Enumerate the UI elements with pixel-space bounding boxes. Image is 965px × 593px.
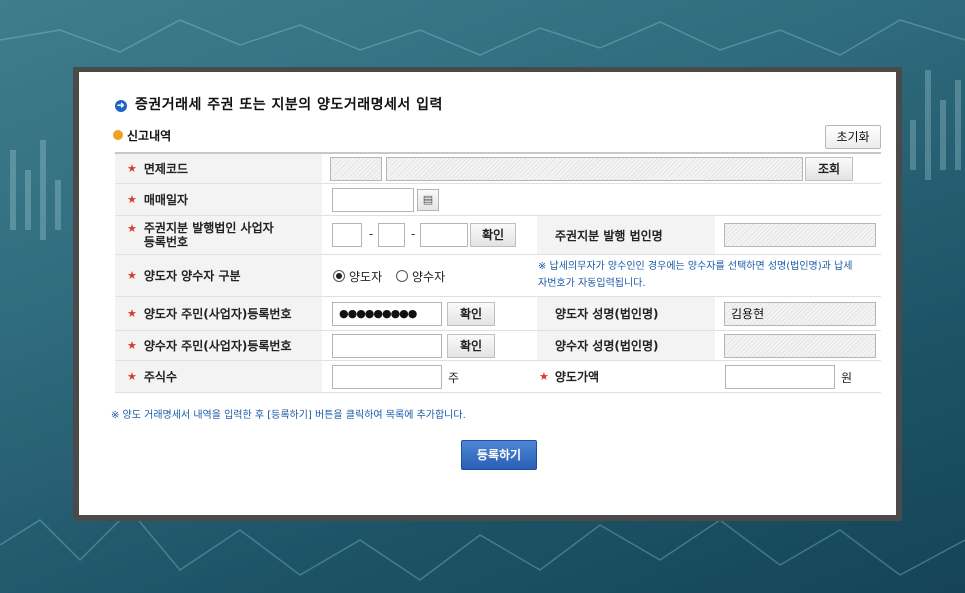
price-label-text: 양도가액 bbox=[554, 370, 600, 384]
transferee-name-input[interactable] bbox=[724, 334, 876, 358]
exemption-code-input[interactable] bbox=[330, 157, 382, 181]
shares-input[interactable] bbox=[332, 365, 442, 389]
transferee-label-text: 양수자 주민(사업자)등록번호 bbox=[143, 339, 292, 353]
transferee-id-input[interactable] bbox=[332, 334, 442, 358]
required-icon: ★ bbox=[127, 370, 137, 383]
radio-transferee[interactable] bbox=[396, 270, 408, 282]
trade-date-label-text: 매매일자 bbox=[143, 193, 189, 207]
arrow-circle-icon: ➜ bbox=[115, 100, 127, 112]
radio-transferor-label[interactable]: 양도자 bbox=[349, 268, 382, 285]
transferee-label: ★ 양수자 주민(사업자)등록번호 bbox=[115, 331, 322, 360]
lookup-button[interactable]: 조회 bbox=[805, 157, 853, 181]
brn-part1-input[interactable] bbox=[332, 223, 362, 247]
issuer-brn-label: ★ 주권지분 발행법인 사업자등록번호 bbox=[115, 216, 322, 254]
required-icon: ★ bbox=[127, 307, 137, 320]
transferor-name-label-text: 양도자 성명(법인명) bbox=[555, 307, 659, 321]
transferor-label: ★ 양도자 주민(사업자)등록번호 bbox=[115, 297, 322, 330]
page-title: ➜ 증권거래세 주권 또는 지분의 양도거래명세서 입력 bbox=[115, 94, 443, 114]
price-label: ★ 양도가액 bbox=[537, 361, 715, 392]
row-trade-date: ★ 매매일자 ▤ bbox=[115, 184, 881, 216]
required-icon: ★ bbox=[127, 339, 137, 352]
declaration-form: ★ 면제코드 조회 ★ 매매일자 ▤ ★ 주권지분 발행법인 사업자등록번호 - - … bbox=[115, 152, 881, 393]
brn-part2-input[interactable] bbox=[378, 223, 405, 247]
transferee-check-button[interactable]: 확인 bbox=[447, 334, 495, 358]
transferor-check-button[interactable]: 확인 bbox=[447, 302, 495, 326]
issuer-name-label: 주권지분 발행 법인명 bbox=[537, 216, 715, 254]
page-title-text: 증권거래세 주권 또는 지분의 양도거래명세서 입력 bbox=[135, 97, 443, 113]
footer-note: ※ 양도 거래명세서 내역을 입력한 후 [등록하기] 버튼을 클릭하여 목록에… bbox=[111, 410, 466, 421]
required-icon: ★ bbox=[127, 162, 137, 175]
transferee-name-label: 양수자 성명(법인명) bbox=[537, 331, 715, 360]
declaration-panel: ➜ 증권거래세 주권 또는 지분의 양도거래명세서 입력 신고내역 초기화 ★ 면제… bbox=[73, 67, 902, 521]
row-issuer-brn: ★ 주권지분 발행법인 사업자등록번호 - - 확인 주권지분 발행 법인명 bbox=[115, 216, 881, 255]
required-icon: ★ bbox=[127, 193, 137, 206]
transferor-name-input[interactable]: 김용현 bbox=[724, 302, 876, 326]
required-icon: ★ bbox=[127, 222, 137, 235]
exemption-code-label-text: 면제코드 bbox=[143, 162, 189, 176]
party-type-label: ★ 양도자 양수자 구분 bbox=[115, 255, 322, 296]
reset-button[interactable]: 초기화 bbox=[825, 125, 881, 149]
required-icon: ★ bbox=[539, 370, 549, 383]
shares-unit: 주 bbox=[448, 371, 460, 385]
radio-transferor[interactable] bbox=[333, 270, 345, 282]
calendar-icon[interactable]: ▤ bbox=[417, 189, 439, 211]
transferor-name-label: 양도자 성명(법인명) bbox=[537, 297, 715, 330]
exemption-code-name-input[interactable] bbox=[386, 157, 803, 181]
row-party-type: ★ 양도자 양수자 구분 양도자 양수자 ※ 납세의무자가 양수인인 경우에는 양… bbox=[115, 255, 881, 297]
required-icon: ★ bbox=[127, 269, 137, 282]
section-heading: 신고내역 bbox=[113, 127, 171, 144]
shares-label: ★ 주식수 bbox=[115, 361, 322, 392]
section-title: 신고내역 bbox=[127, 129, 172, 143]
party-type-note: ※ 납세의무자가 양수인인 경우에는 양수자를 선택하면 성명(법인명)과 납세… bbox=[538, 261, 853, 289]
row-shares: ★ 주식수 주 ★ 양도가액 원 bbox=[115, 361, 881, 393]
transferor-label-text: 양도자 주민(사업자)등록번호 bbox=[143, 307, 292, 321]
register-button[interactable]: 등록하기 bbox=[461, 440, 537, 470]
issuer-name-label-text: 주권지분 발행 법인명 bbox=[555, 228, 663, 243]
row-exemption-code: ★ 면제코드 조회 bbox=[115, 154, 881, 184]
radio-transferee-label[interactable]: 양수자 bbox=[412, 268, 445, 285]
row-transferor: ★ 양도자 주민(사업자)등록번호 ●●●●●●●●● 확인 양도자 성명(법인명… bbox=[115, 297, 881, 331]
price-unit: 원 bbox=[841, 371, 853, 385]
price-input[interactable] bbox=[725, 365, 835, 389]
brn-part3-input[interactable] bbox=[420, 223, 468, 247]
dash-separator: - bbox=[369, 227, 374, 241]
issuer-brn-label-text: 주권지분 발행법인 사업자등록번호 bbox=[143, 221, 274, 249]
dash-separator: - bbox=[411, 227, 416, 241]
transferor-id-input[interactable]: ●●●●●●●●● bbox=[332, 302, 442, 326]
exemption-code-label: ★ 면제코드 bbox=[115, 154, 322, 183]
shares-label-text: 주식수 bbox=[143, 370, 177, 384]
row-transferee: ★ 양수자 주민(사업자)등록번호 확인 양수자 성명(법인명) bbox=[115, 331, 881, 361]
issuer-name-input[interactable] bbox=[724, 223, 876, 247]
transferee-name-label-text: 양수자 성명(법인명) bbox=[555, 339, 659, 353]
trade-date-label: ★ 매매일자 bbox=[115, 184, 322, 215]
party-type-label-text: 양도자 양수자 구분 bbox=[143, 269, 241, 283]
bullet-icon bbox=[113, 130, 123, 140]
issuer-check-button[interactable]: 확인 bbox=[470, 223, 516, 247]
trade-date-input[interactable] bbox=[332, 188, 414, 212]
